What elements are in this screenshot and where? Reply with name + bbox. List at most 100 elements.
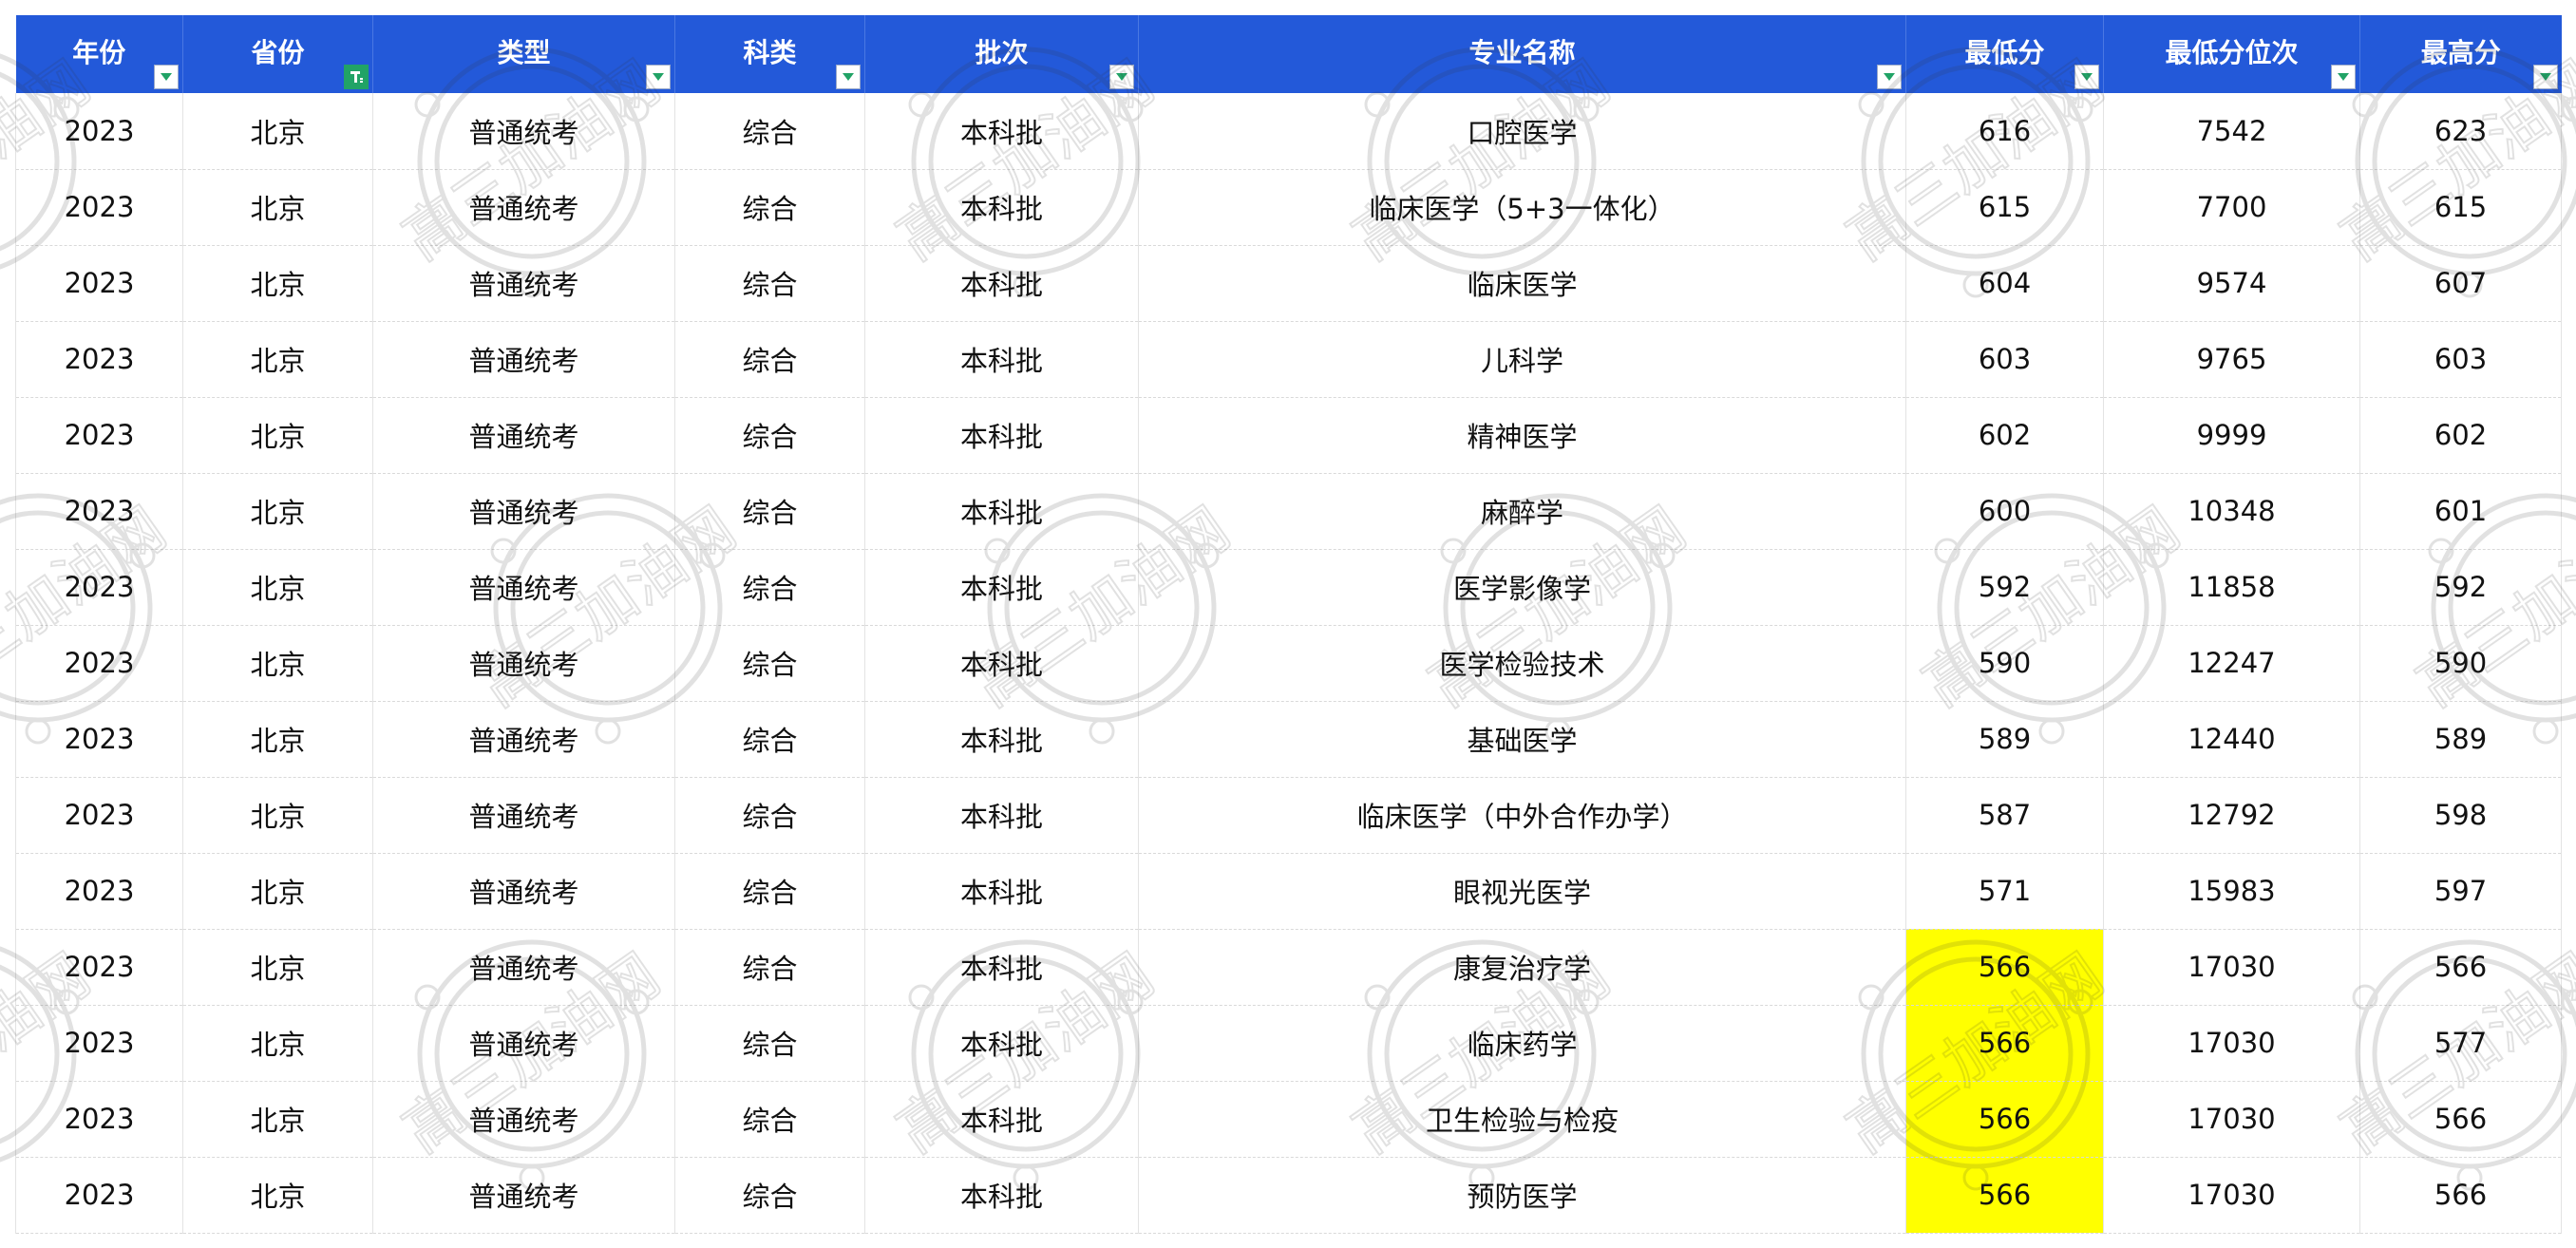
filter-dropdown-icon[interactable]: [2074, 65, 2099, 89]
max-score-cell[interactable]: 566: [2359, 1157, 2562, 1234]
max-score-cell[interactable]: 597: [2359, 853, 2562, 930]
major-cell[interactable]: 眼视光医学: [1138, 853, 1906, 930]
type-cell[interactable]: 普通统考: [372, 1005, 675, 1082]
type-cell[interactable]: 普通统考: [372, 549, 675, 626]
subject-cell[interactable]: 综合: [674, 701, 865, 778]
batch-cell[interactable]: 本科批: [864, 321, 1139, 398]
type-cell[interactable]: 普通统考: [372, 853, 675, 930]
year-cell[interactable]: 2023: [15, 321, 183, 398]
province-cell[interactable]: 北京: [182, 1005, 373, 1082]
max-score-cell[interactable]: 589: [2359, 701, 2562, 778]
max-score-cell[interactable]: 603: [2359, 321, 2562, 398]
subject-cell[interactable]: 综合: [674, 397, 865, 474]
province-cell[interactable]: 北京: [182, 321, 373, 398]
batch-cell[interactable]: 本科批: [864, 473, 1139, 550]
max-score-cell[interactable]: 602: [2359, 397, 2562, 474]
max-score-cell[interactable]: 598: [2359, 777, 2562, 854]
subject-cell[interactable]: 综合: [674, 473, 865, 550]
year-cell[interactable]: 2023: [15, 169, 183, 246]
filter-dropdown-icon[interactable]: [646, 65, 671, 89]
batch-cell[interactable]: 本科批: [864, 929, 1139, 1006]
min-score-cell[interactable]: 602: [1905, 397, 2104, 474]
type-cell[interactable]: 普通统考: [372, 929, 675, 1006]
province-cell[interactable]: 北京: [182, 549, 373, 626]
text-filter-icon[interactable]: [344, 65, 369, 89]
min-rank-cell[interactable]: 12792: [2103, 777, 2360, 854]
subject-cell[interactable]: 综合: [674, 1157, 865, 1234]
batch-cell[interactable]: 本科批: [864, 1157, 1139, 1234]
type-cell[interactable]: 普通统考: [372, 1157, 675, 1234]
subject-cell[interactable]: 综合: [674, 929, 865, 1006]
min-score-cell[interactable]: 587: [1905, 777, 2104, 854]
filter-dropdown-icon[interactable]: [2331, 65, 2356, 89]
batch-cell[interactable]: 本科批: [864, 245, 1139, 322]
type-cell[interactable]: 普通统考: [372, 1081, 675, 1158]
province-cell[interactable]: 北京: [182, 929, 373, 1006]
max-score-cell[interactable]: 566: [2359, 929, 2562, 1006]
min-rank-cell[interactable]: 7700: [2103, 169, 2360, 246]
min-rank-cell[interactable]: 7542: [2103, 93, 2360, 170]
min-rank-cell[interactable]: 17030: [2103, 929, 2360, 1006]
province-cell[interactable]: 北京: [182, 93, 373, 170]
year-cell[interactable]: 2023: [15, 1157, 183, 1234]
major-cell[interactable]: 临床医学（5+3一体化）: [1138, 169, 1906, 246]
type-cell[interactable]: 普通统考: [372, 473, 675, 550]
batch-cell[interactable]: 本科批: [864, 701, 1139, 778]
max-score-cell[interactable]: 623: [2359, 93, 2562, 170]
province-cell[interactable]: 北京: [182, 1157, 373, 1234]
type-cell[interactable]: 普通统考: [372, 397, 675, 474]
min-rank-cell[interactable]: 17030: [2103, 1081, 2360, 1158]
subject-cell[interactable]: 综合: [674, 625, 865, 702]
province-cell[interactable]: 北京: [182, 169, 373, 246]
max-score-cell[interactable]: 577: [2359, 1005, 2562, 1082]
filter-dropdown-icon[interactable]: [2532, 65, 2558, 89]
min-score-cell[interactable]: 566: [1905, 1081, 2104, 1158]
max-score-cell[interactable]: 615: [2359, 169, 2562, 246]
subject-cell[interactable]: 综合: [674, 93, 865, 170]
min-rank-cell[interactable]: 15983: [2103, 853, 2360, 930]
type-cell[interactable]: 普通统考: [372, 93, 675, 170]
year-cell[interactable]: 2023: [15, 1005, 183, 1082]
year-cell[interactable]: 2023: [15, 245, 183, 322]
subject-cell[interactable]: 综合: [674, 169, 865, 246]
subject-cell[interactable]: 综合: [674, 1081, 865, 1158]
batch-cell[interactable]: 本科批: [864, 1081, 1139, 1158]
filter-dropdown-icon[interactable]: [154, 65, 179, 89]
province-cell[interactable]: 北京: [182, 245, 373, 322]
type-cell[interactable]: 普通统考: [372, 245, 675, 322]
subject-cell[interactable]: 综合: [674, 777, 865, 854]
major-cell[interactable]: 精神医学: [1138, 397, 1906, 474]
type-cell[interactable]: 普通统考: [372, 169, 675, 246]
min-rank-cell[interactable]: 9574: [2103, 245, 2360, 322]
year-cell[interactable]: 2023: [15, 473, 183, 550]
batch-cell[interactable]: 本科批: [864, 1005, 1139, 1082]
batch-cell[interactable]: 本科批: [864, 169, 1139, 246]
major-cell[interactable]: 临床药学: [1138, 1005, 1906, 1082]
filter-dropdown-icon[interactable]: [1109, 65, 1134, 89]
major-cell[interactable]: 卫生检验与检疫: [1138, 1081, 1906, 1158]
major-cell[interactable]: 麻醉学: [1138, 473, 1906, 550]
year-cell[interactable]: 2023: [15, 93, 183, 170]
min-score-cell[interactable]: 600: [1905, 473, 2104, 550]
type-cell[interactable]: 普通统考: [372, 625, 675, 702]
min-score-cell[interactable]: 566: [1905, 929, 2104, 1006]
year-cell[interactable]: 2023: [15, 701, 183, 778]
min-score-cell[interactable]: 592: [1905, 549, 2104, 626]
filter-dropdown-icon[interactable]: [836, 65, 861, 89]
year-cell[interactable]: 2023: [15, 1081, 183, 1158]
max-score-cell[interactable]: 590: [2359, 625, 2562, 702]
year-cell[interactable]: 2023: [15, 777, 183, 854]
major-cell[interactable]: 预防医学: [1138, 1157, 1906, 1234]
filter-dropdown-icon[interactable]: [1877, 65, 1902, 89]
province-cell[interactable]: 北京: [182, 397, 373, 474]
min-score-cell[interactable]: 566: [1905, 1157, 2104, 1234]
min-score-cell[interactable]: 603: [1905, 321, 2104, 398]
batch-cell[interactable]: 本科批: [864, 853, 1139, 930]
major-cell[interactable]: 医学影像学: [1138, 549, 1906, 626]
batch-cell[interactable]: 本科批: [864, 397, 1139, 474]
min-score-cell[interactable]: 590: [1905, 625, 2104, 702]
major-cell[interactable]: 康复治疗学: [1138, 929, 1906, 1006]
subject-cell[interactable]: 综合: [674, 245, 865, 322]
major-cell[interactable]: 临床医学: [1138, 245, 1906, 322]
min-score-cell[interactable]: 566: [1905, 1005, 2104, 1082]
